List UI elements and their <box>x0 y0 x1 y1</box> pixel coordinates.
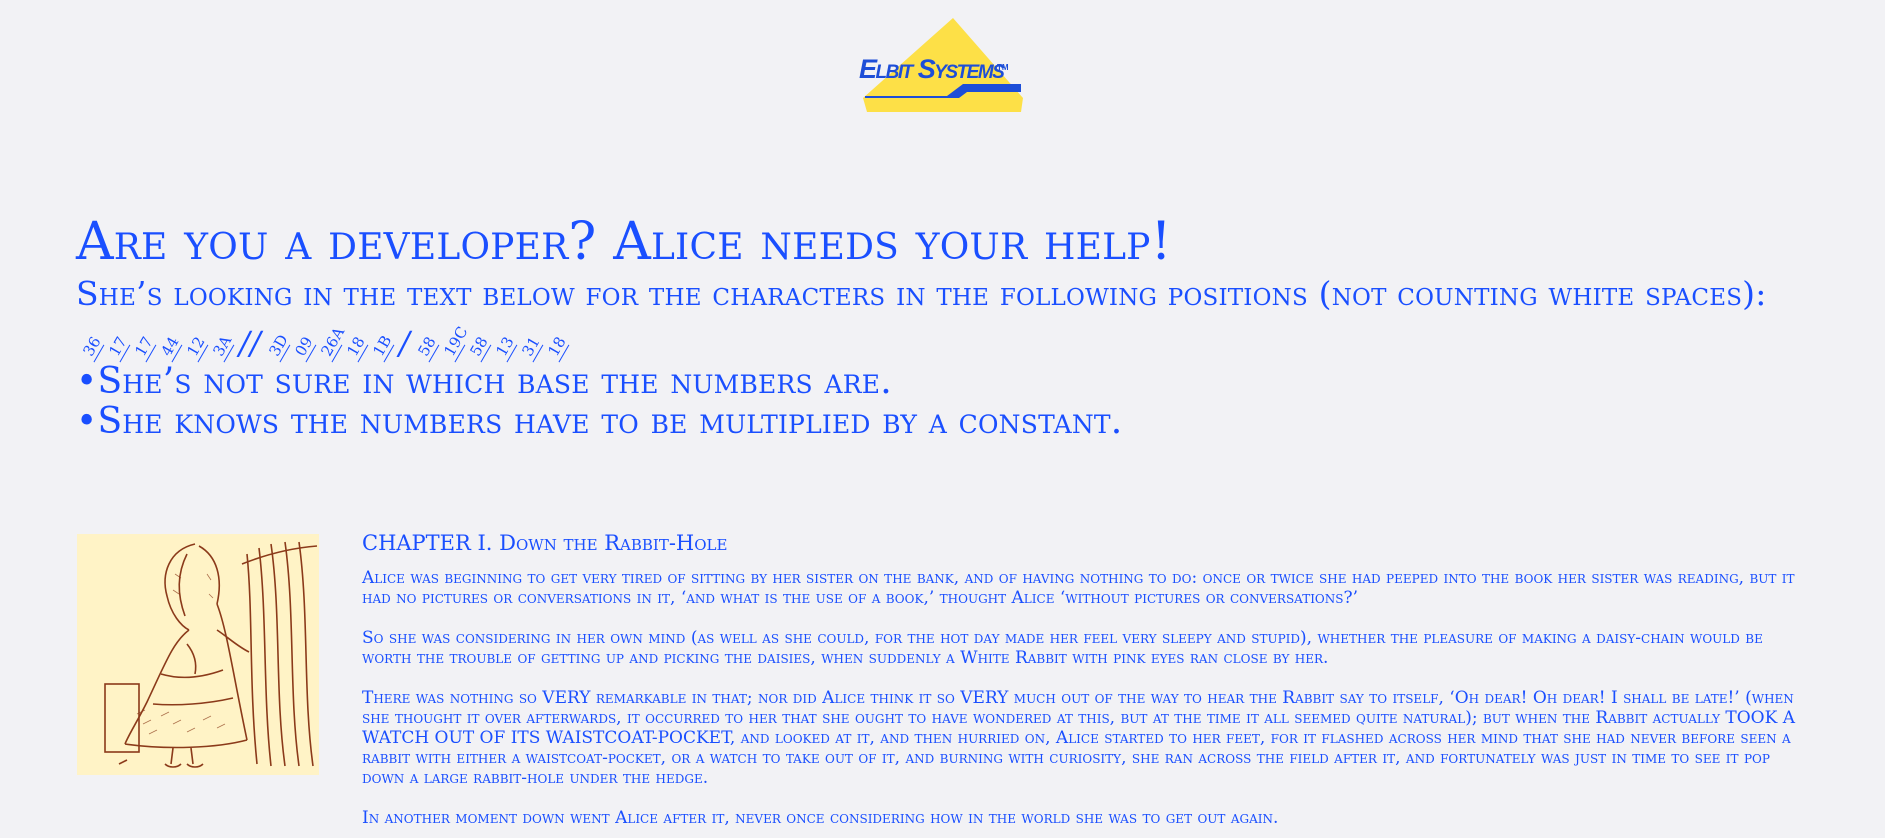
story-paragraph: There was nothing so VERY remarkable in … <box>362 688 1795 788</box>
chapter-heading: CHAPTER I. Down the Rabbit-Hole <box>362 531 728 555</box>
elbit-systems-logo: Elbit Systems TM <box>855 16 1025 120</box>
story-text: CHAPTER I. Down the Rabbit-Hole Alice wa… <box>362 530 1812 838</box>
position-code: 18 <box>343 333 369 363</box>
alice-at-curtain-illustration-icon <box>77 534 319 775</box>
position-code: 58 <box>466 333 492 363</box>
position-code: 3D <box>265 331 292 363</box>
logo-wordmark: Elbit Systems <box>859 54 1005 84</box>
position-code: 44 <box>157 333 183 363</box>
position-code: 17 <box>105 333 131 363</box>
logo-trademark: TM <box>997 63 1009 72</box>
position-code: 12 <box>183 333 209 363</box>
challenge-description: She’s looking in the text below for the … <box>76 272 1856 363</box>
story-paragraph: So she was considering in her own mind (… <box>362 628 1763 668</box>
position-code: 09 <box>291 333 317 363</box>
position-code: 13 <box>492 333 518 363</box>
position-code: 31 <box>518 333 544 363</box>
position-code: 19C <box>440 323 472 363</box>
story-paragraph: Alice was beginning to get very tired of… <box>362 568 1795 608</box>
hint-item: She’s not sure in which base the numbers… <box>76 362 1856 402</box>
hint-item: She knows the numbers have to be multipl… <box>76 402 1856 442</box>
code-separator: // <box>239 324 261 362</box>
challenge-subtitle: She’s looking in the text below for the … <box>76 274 1767 313</box>
position-code: 18 <box>544 333 570 363</box>
code-separator: / <box>398 324 410 362</box>
position-code: 58 <box>414 333 440 363</box>
position-code: 3A <box>209 332 235 363</box>
position-code: 36 <box>79 333 105 363</box>
hint-list: She’s not sure in which base the numbers… <box>76 362 1856 442</box>
position-code: 17 <box>131 333 157 363</box>
position-codes: 36 17 17 44 12 3A // 3D 09 26A 18 1B / 5… <box>79 323 570 363</box>
hero-section: Are you a developer? Alice needs your he… <box>76 212 1856 442</box>
alice-illustration <box>77 534 319 775</box>
elbit-logo-icon: Elbit Systems TM <box>859 18 1023 112</box>
position-code: 26A <box>317 324 348 363</box>
position-code: 1B <box>369 332 395 363</box>
page-title: Are you a developer? Alice needs your he… <box>76 212 1172 272</box>
story-paragraph: In another moment down went Alice after … <box>362 808 1279 828</box>
